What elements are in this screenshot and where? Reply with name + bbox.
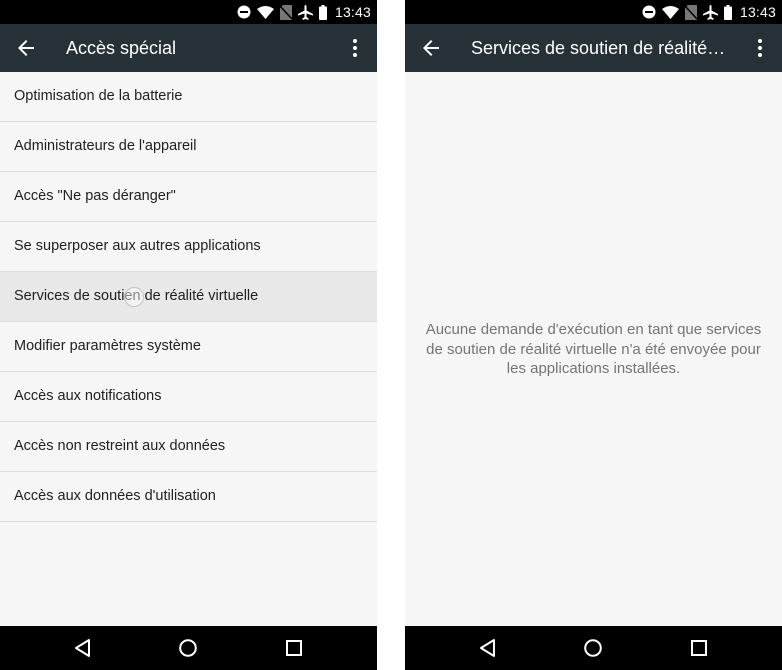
- navigation-bar: [405, 626, 782, 670]
- phone-screen-vr-helper-services: 13:43 Services de soutien de réalité… Au…: [405, 0, 782, 670]
- back-triangle-icon[interactable]: [73, 638, 93, 658]
- page-title: Services de soutien de réalité…: [471, 38, 726, 58]
- wifi-icon: [256, 5, 274, 19]
- status-time: 13:43: [739, 4, 776, 20]
- special-access-list: Optimisation de la batterie Administrate…: [0, 72, 377, 522]
- battery-icon: [318, 4, 327, 20]
- empty-state-line: les applications installées.: [506, 360, 681, 377]
- status-bar: 13:43: [0, 0, 377, 24]
- do-not-disturb-icon: [237, 5, 251, 19]
- home-circle-icon[interactable]: [178, 638, 198, 658]
- more-options-icon[interactable]: [343, 36, 367, 60]
- wifi-icon: [661, 5, 679, 19]
- recents-square-icon[interactable]: [284, 638, 304, 658]
- toolbar: Services de soutien de réalité…: [405, 24, 782, 72]
- list-item-unrestricted-data[interactable]: Accès non restreint aux données: [0, 422, 377, 472]
- back-arrow-icon[interactable]: [14, 36, 38, 60]
- home-circle-icon[interactable]: [583, 638, 603, 658]
- empty-state-line: Aucune demande d'exécution en tant que s…: [425, 321, 762, 338]
- do-not-disturb-icon: [642, 5, 656, 19]
- battery-icon: [723, 4, 732, 20]
- list-item-device-admins[interactable]: Administrateurs de l'appareil: [0, 122, 377, 172]
- toolbar: Accès spécial: [0, 24, 377, 72]
- page-title: Accès spécial: [66, 38, 177, 58]
- phone-screen-special-access: 13:43 Accès spécial Optimisation de la b…: [0, 0, 377, 670]
- list-item-draw-over-apps[interactable]: Se superposer aux autres applications: [0, 222, 377, 272]
- empty-state-line: de soutien de réalité virtuelle n'a été …: [426, 340, 761, 358]
- no-sim-icon: [684, 4, 697, 20]
- back-triangle-icon[interactable]: [478, 638, 498, 658]
- status-bar: 13:43: [405, 0, 782, 24]
- more-options-icon[interactable]: [748, 36, 772, 60]
- status-time: 13:43: [334, 4, 371, 20]
- navigation-bar: [0, 626, 377, 670]
- list-item-do-not-disturb-access[interactable]: Accès "Ne pas déranger": [0, 172, 377, 222]
- touch-ripple: [124, 287, 144, 307]
- airplane-mode-icon: [297, 4, 313, 20]
- list-item-notification-access[interactable]: Accès aux notifications: [0, 372, 377, 422]
- list-item-battery-optimization[interactable]: Optimisation de la batterie: [0, 72, 377, 122]
- empty-state-message: Aucune demande d'exécution en tant que s…: [405, 320, 782, 379]
- recents-square-icon[interactable]: [689, 638, 709, 658]
- back-arrow-icon[interactable]: [419, 36, 443, 60]
- no-sim-icon: [279, 4, 292, 20]
- list-item-usage-access[interactable]: Accès aux données d'utilisation: [0, 472, 377, 522]
- list-item-vr-helper-services[interactable]: Services de soutien de réalité virtuelle: [0, 272, 377, 322]
- list-item-modify-system-settings[interactable]: Modifier paramètres système: [0, 322, 377, 372]
- airplane-mode-icon: [702, 4, 718, 20]
